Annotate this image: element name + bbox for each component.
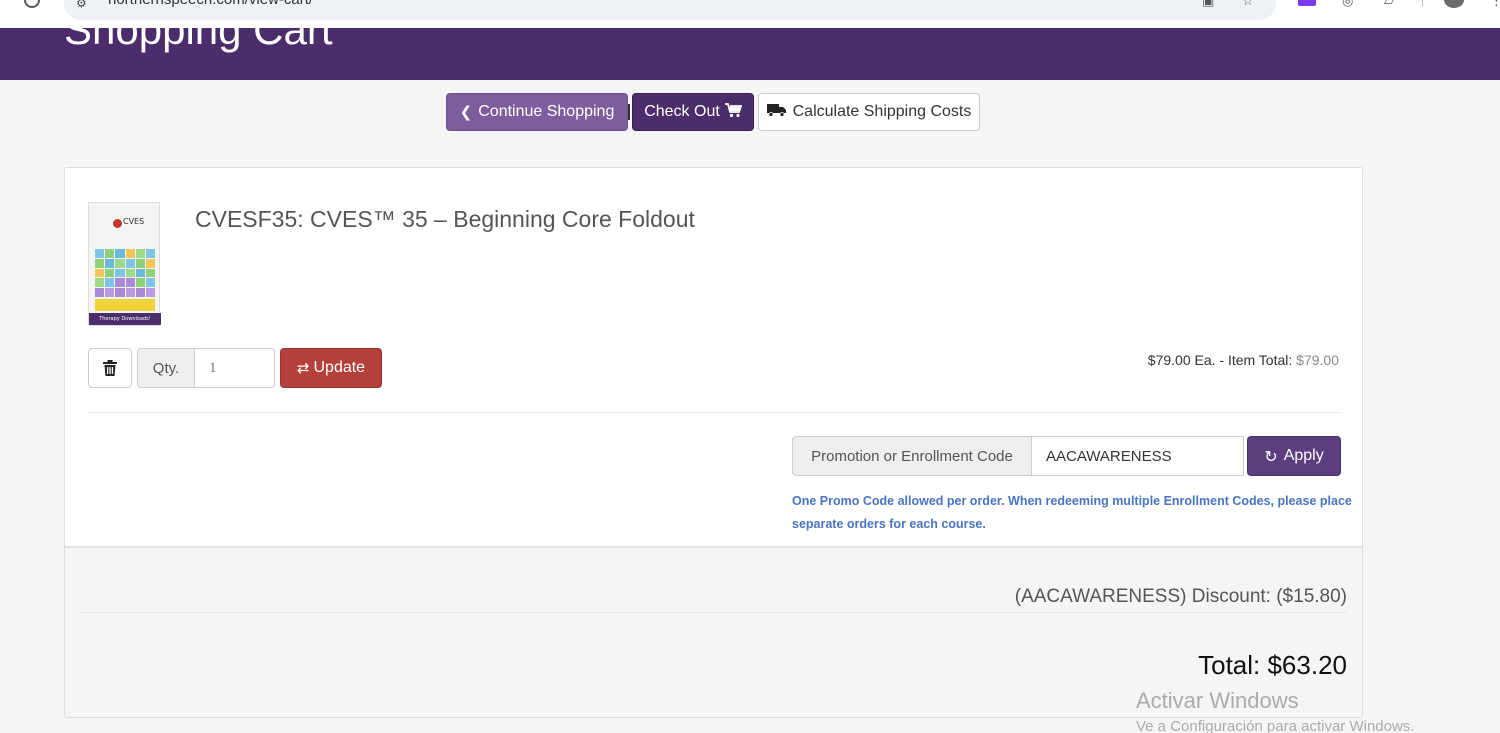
trash-icon	[103, 360, 117, 376]
summary-divider	[81, 612, 1347, 613]
promo-note: One Promo Code allowed per order. When r…	[792, 494, 1352, 531]
apply-button[interactable]: ↻ Apply	[1247, 436, 1341, 476]
promo-code-input[interactable]	[1031, 436, 1244, 476]
shield-extension-icon[interactable]: ◎	[1342, 0, 1353, 9]
truck-icon	[766, 103, 787, 121]
update-button[interactable]: ⇄ Update	[280, 348, 382, 388]
browser-toolbar: ⚙ northernspeech.com/view-cart/ ▣ ☆ ◎ ▱ …	[0, 0, 1500, 28]
item-total-value: $79.00	[1296, 352, 1339, 368]
chevron-left-icon: ❮	[459, 103, 473, 121]
extension-icon[interactable]	[1298, 0, 1316, 6]
cart-summary: (AACAWARENESS) Discount: ($15.80) Total:…	[65, 546, 1362, 717]
thumbnail-footer: Therapy Downloads!	[89, 313, 161, 325]
cart-panel: CVES Therapy Downloads! CVESF35: CVES™ 3…	[64, 167, 1363, 718]
site-settings-icon[interactable]: ⚙	[76, 0, 87, 10]
item-price-line: $79.00 Ea. - Item Total: $79.00	[1148, 352, 1339, 368]
product-title[interactable]: CVESF35: CVES™ 35 – Beginning Core Foldo…	[195, 206, 695, 233]
product-thumbnail[interactable]: CVES Therapy Downloads!	[88, 202, 161, 326]
checkout-button[interactable]: Check Out	[632, 93, 754, 131]
update-label: Update	[313, 359, 366, 376]
refresh-icon: ↻	[1264, 446, 1278, 466]
reload-icon[interactable]	[24, 0, 40, 8]
shopping-cart-icon	[724, 102, 743, 122]
order-total: Total: $63.20	[1198, 650, 1347, 680]
calculate-shipping-button[interactable]: Calculate Shipping Costs	[758, 93, 980, 131]
quantity-input[interactable]	[194, 348, 275, 388]
checkout-label: Check Out	[644, 103, 720, 120]
discount-line: (AACAWARENESS) Discount: ($15.80)	[1014, 586, 1347, 607]
page-title: Shopping Cart	[64, 28, 333, 53]
item-divider	[88, 412, 1341, 413]
continue-shopping-button[interactable]: ❮ Continue Shopping	[446, 93, 628, 131]
calculate-shipping-label: Calculate Shipping Costs	[792, 103, 972, 120]
url-text[interactable]: northernspeech.com/view-cart/	[108, 0, 313, 8]
toolbar-divider	[1422, 0, 1423, 6]
item-price-text: $79.00 Ea. - Item Total:	[1147, 352, 1297, 368]
watermark-line-2: Ve a Configuración para activar Windows.	[1136, 718, 1415, 733]
symbol-grid	[95, 249, 155, 297]
translate-icon[interactable]: ▣	[1202, 0, 1214, 9]
puzzle-extensions-icon[interactable]: ▱	[1384, 0, 1394, 9]
cursor-mark	[628, 104, 630, 120]
bookmark-star-icon[interactable]: ☆	[1242, 0, 1254, 9]
menu-dots-icon[interactable]: ⋮	[1490, 0, 1500, 9]
product-logo-text: CVES	[123, 217, 145, 226]
product-logo: CVES	[113, 217, 144, 231]
profile-avatar[interactable]	[1444, 0, 1464, 8]
apply-label: Apply	[1283, 447, 1324, 464]
page-header: Shopping Cart	[0, 28, 1500, 80]
promo-code-label: Promotion or Enrollment Code	[792, 436, 1032, 476]
retweet-icon: ⇄	[296, 359, 310, 377]
continue-shopping-label: Continue Shopping	[478, 103, 615, 120]
apple-logo-icon	[113, 219, 122, 228]
qty-label: Qty.	[137, 348, 195, 388]
remove-item-button[interactable]	[88, 348, 132, 388]
thumbnail-band	[95, 299, 155, 311]
